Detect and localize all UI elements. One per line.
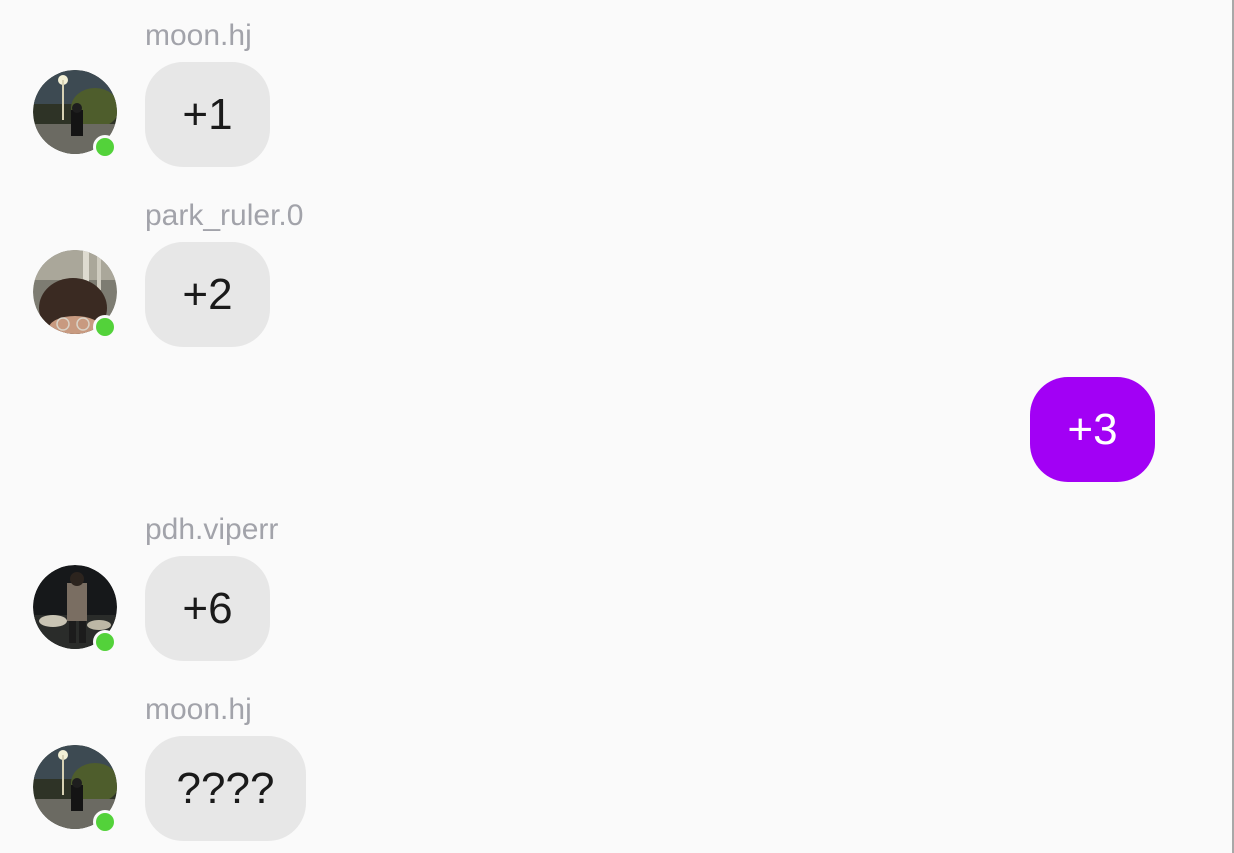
message-row-outgoing: +3 [0,377,1232,482]
message-bubble[interactable]: +6 [145,556,270,661]
sender-name[interactable]: pdh.viperr [145,512,278,548]
sender-name[interactable]: park_ruler.0 [145,198,303,234]
online-status-dot [93,135,117,159]
avatar[interactable] [33,745,117,834]
avatar[interactable] [33,565,117,654]
sender-name[interactable]: moon.hj [145,18,252,54]
message-bubble[interactable]: +2 [145,242,270,347]
message-row: pdh.viperr +6 [0,512,1232,662]
chat-thread: moon.hj +1 park_ruler.0 +2 +3 pdh.viperr… [0,0,1234,853]
message-row: moon.hj ???? [0,692,1232,842]
message-bubble-outgoing[interactable]: +3 [1030,377,1155,482]
online-status-dot [93,810,117,834]
message-row: park_ruler.0 +2 [0,198,1232,348]
avatar[interactable] [33,70,117,159]
sender-name[interactable]: moon.hj [145,692,252,728]
online-status-dot [93,630,117,654]
message-row: moon.hj +1 [0,18,1232,168]
avatar[interactable] [33,250,117,339]
message-bubble[interactable]: ???? [145,736,306,841]
online-status-dot [93,315,117,339]
message-bubble[interactable]: +1 [145,62,270,167]
